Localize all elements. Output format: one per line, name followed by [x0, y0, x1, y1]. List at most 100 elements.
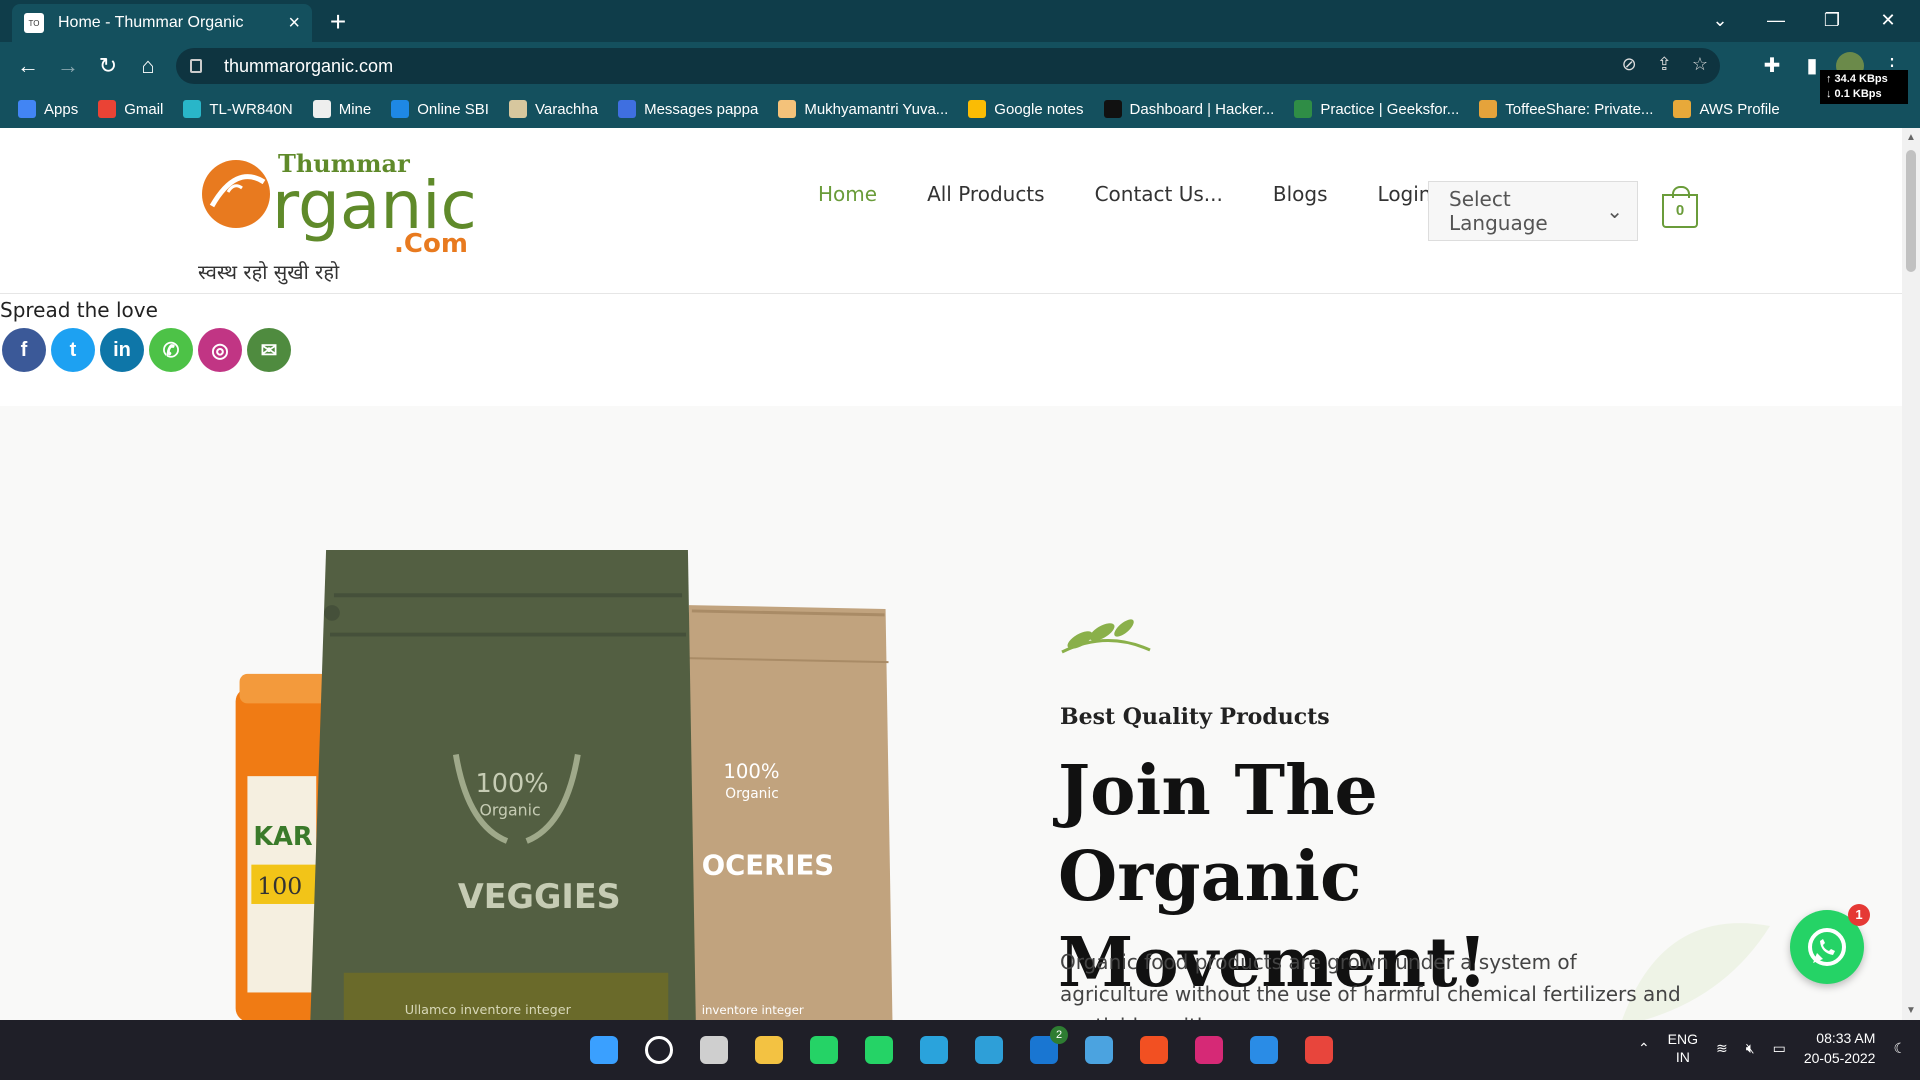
bookmark-label: TL-WR840N — [209, 100, 293, 118]
page-scrollbar[interactable]: ▲ ▼ — [1902, 128, 1920, 1020]
spread-the-love-label: Spread the love — [0, 298, 158, 322]
bookmark-item[interactable]: Gmail — [98, 100, 163, 118]
back-button[interactable]: ← — [12, 50, 44, 82]
bookmark-item[interactable]: Apps — [18, 100, 78, 118]
microsoft-store-icon[interactable] — [1134, 1030, 1174, 1070]
windows-taskbar: 2 ⌃ ENG IN ≋ 🔇︎ ▭ 08:33 AM 20-05-2022 ☾ — [0, 1020, 1920, 1080]
mail-badge: 2 — [1050, 1026, 1068, 1044]
scroll-down-icon[interactable]: ▼ — [1906, 1005, 1916, 1016]
scroll-up-icon[interactable]: ▲ — [1906, 132, 1916, 143]
webpage: Thummar rganic .Com स्वस्थ रहो सुखी रहो … — [0, 128, 1902, 1020]
bookmark-item[interactable]: Messages pappa — [618, 100, 758, 118]
gfg-icon — [1294, 100, 1313, 118]
instagram-icon[interactable] — [1189, 1030, 1229, 1070]
input-language-region: IN — [1675, 1049, 1690, 1065]
extensions-icon[interactable]: ✚ — [1756, 50, 1788, 82]
bookmark-item[interactable]: TL-WR840N — [183, 100, 293, 118]
bookmark-item[interactable]: Dashboard | Hacker... — [1103, 100, 1274, 118]
new-tab-button[interactable]: + — [322, 6, 354, 38]
system-tray: ⌃ ENG IN ≋ 🔇︎ ▭ 08:33 AM 20-05-2022 ☾ — [1638, 1028, 1906, 1068]
tab-title: Home - Thummar Organic — [58, 14, 244, 31]
search-icon[interactable] — [639, 1030, 679, 1070]
reload-button[interactable]: ↻ — [92, 50, 124, 82]
bookmark-item[interactable]: Varachha — [508, 100, 598, 118]
bookmark-item[interactable]: Mine — [312, 100, 371, 118]
home-button[interactable]: ⌂ — [132, 50, 164, 82]
clock[interactable]: 08:33 AM 20-05-2022 — [1804, 1028, 1876, 1068]
notifications-icon[interactable]: ☾ — [1893, 1040, 1906, 1057]
tab-search-chevron-icon[interactable]: ⌄ — [1700, 0, 1740, 42]
browser-tab[interactable]: TO Home - Thummar Organic × — [12, 4, 312, 42]
email-share-icon[interactable]: ✉ — [247, 328, 291, 372]
telegram-icon-glyph — [920, 1036, 948, 1064]
nav-login[interactable]: Login — [1378, 182, 1432, 206]
telegram-icon[interactable] — [914, 1030, 954, 1070]
share-icon[interactable]: ⇪ — [1657, 54, 1672, 75]
nav-blogs[interactable]: Blogs — [1273, 182, 1328, 206]
input-language[interactable]: ENG IN — [1668, 1030, 1698, 1066]
chrome-icon[interactable] — [1299, 1030, 1339, 1070]
clock-date: 20-05-2022 — [1803, 1050, 1876, 1066]
bookmark-item[interactable]: Google notes — [968, 100, 1084, 118]
bookmark-label: Mukhyamantri Yuva... — [804, 100, 949, 118]
eye-off-icon[interactable]: ⊘ — [1622, 54, 1637, 75]
bag2-bottom: inventore integer — [702, 1003, 804, 1017]
bookmark-item[interactable]: ToffeeShare: Private... — [1479, 100, 1653, 118]
minimize-button[interactable]: — — [1756, 0, 1796, 42]
scrollbar-thumb[interactable] — [1906, 150, 1916, 272]
close-window-button[interactable]: ✕ — [1868, 0, 1908, 42]
windows-start-icon[interactable] — [584, 1030, 624, 1070]
upload-speed: ↑ 34.4 KBps — [1826, 73, 1888, 85]
yuva-icon — [778, 100, 797, 118]
bookmark-star-icon[interactable]: ☆ — [1692, 54, 1708, 75]
chevron-down-icon: ⌄ — [1606, 199, 1623, 223]
download-speed: ↓ 0.1 KBps — [1826, 88, 1882, 100]
bookmark-item[interactable]: AWS Profile — [1673, 100, 1780, 118]
address-toolbar: ← → ↻ ⌂ thummarorganic.com ⊘ ⇪ ☆ ✚ ▮ ⋮ — [0, 42, 1920, 90]
bag1-label: VEGGIES — [458, 877, 621, 916]
volume-muted-icon[interactable]: 🔇︎ — [1746, 1040, 1755, 1057]
address-bar[interactable]: thummarorganic.com ⊘ ⇪ ☆ — [176, 48, 1720, 84]
whatsapp-desktop-icon[interactable] — [859, 1030, 899, 1070]
tab-strip: TO Home - Thummar Organic × + ⌄ — ❐ ✕ — [0, 0, 1920, 42]
facebook-share-icon[interactable]: f — [2, 328, 46, 372]
whatsapp-badge: 1 — [1848, 904, 1870, 926]
windows-start-icon-glyph — [590, 1036, 618, 1064]
bookmark-item[interactable]: Online SBI — [391, 100, 489, 118]
language-select-value: Select Language — [1449, 187, 1548, 235]
whatsapp-icon[interactable] — [804, 1030, 844, 1070]
hackerrank-icon — [1103, 100, 1122, 118]
cart-count: 0 — [1675, 202, 1685, 219]
nav-all-products[interactable]: All Products — [927, 182, 1045, 206]
task-view-icon[interactable] — [694, 1030, 734, 1070]
taskbar-pinned-apps: 2 — [584, 1026, 1339, 1070]
nav-contact-us[interactable]: Contact Us... — [1095, 182, 1223, 206]
cart-button[interactable]: 0 — [1662, 186, 1698, 228]
mail-icon[interactable]: 2 — [1024, 1026, 1068, 1070]
tab-close-icon[interactable]: × — [288, 12, 300, 35]
language-select[interactable]: Select Language ⌄ — [1428, 181, 1638, 241]
forward-button[interactable]: → — [52, 50, 84, 82]
site-logo[interactable]: Thummar rganic .Com स्वस्थ रहो सुखी रहो — [198, 144, 498, 284]
whatsapp-share-icon[interactable]: ✆ — [149, 328, 193, 372]
bookmark-item[interactable]: Practice | Geeksfor... — [1294, 100, 1459, 118]
whatsapp-chat-button[interactable]: 1 — [1790, 904, 1870, 984]
kodi-icon[interactable] — [1079, 1030, 1119, 1070]
nav-home[interactable]: Home — [818, 182, 877, 206]
restore-button[interactable]: ❐ — [1812, 0, 1852, 42]
edge-icon[interactable] — [969, 1030, 1009, 1070]
linkedin-share-icon[interactable]: in — [100, 328, 144, 372]
vscode-icon[interactable] — [1244, 1030, 1284, 1070]
bookmark-item[interactable]: Mukhyamantri Yuva... — [778, 100, 948, 118]
instagram-icon-glyph — [1195, 1036, 1223, 1064]
input-language-code: ENG — [1667, 1031, 1699, 1047]
battery-icon[interactable]: ▭ — [1773, 1040, 1786, 1057]
lock-icon[interactable] — [190, 59, 202, 73]
file-explorer-icon[interactable] — [749, 1030, 789, 1070]
wifi-icon[interactable]: ≋ — [1716, 1040, 1728, 1057]
instagram-share-icon[interactable]: ◎ — [198, 328, 242, 372]
bookmark-label: Apps — [44, 100, 79, 118]
tray-overflow-chevron-icon[interactable]: ⌃ — [1638, 1040, 1650, 1057]
twitter-share-icon[interactable]: t — [51, 328, 95, 372]
logo-com: .Com — [394, 229, 468, 254]
